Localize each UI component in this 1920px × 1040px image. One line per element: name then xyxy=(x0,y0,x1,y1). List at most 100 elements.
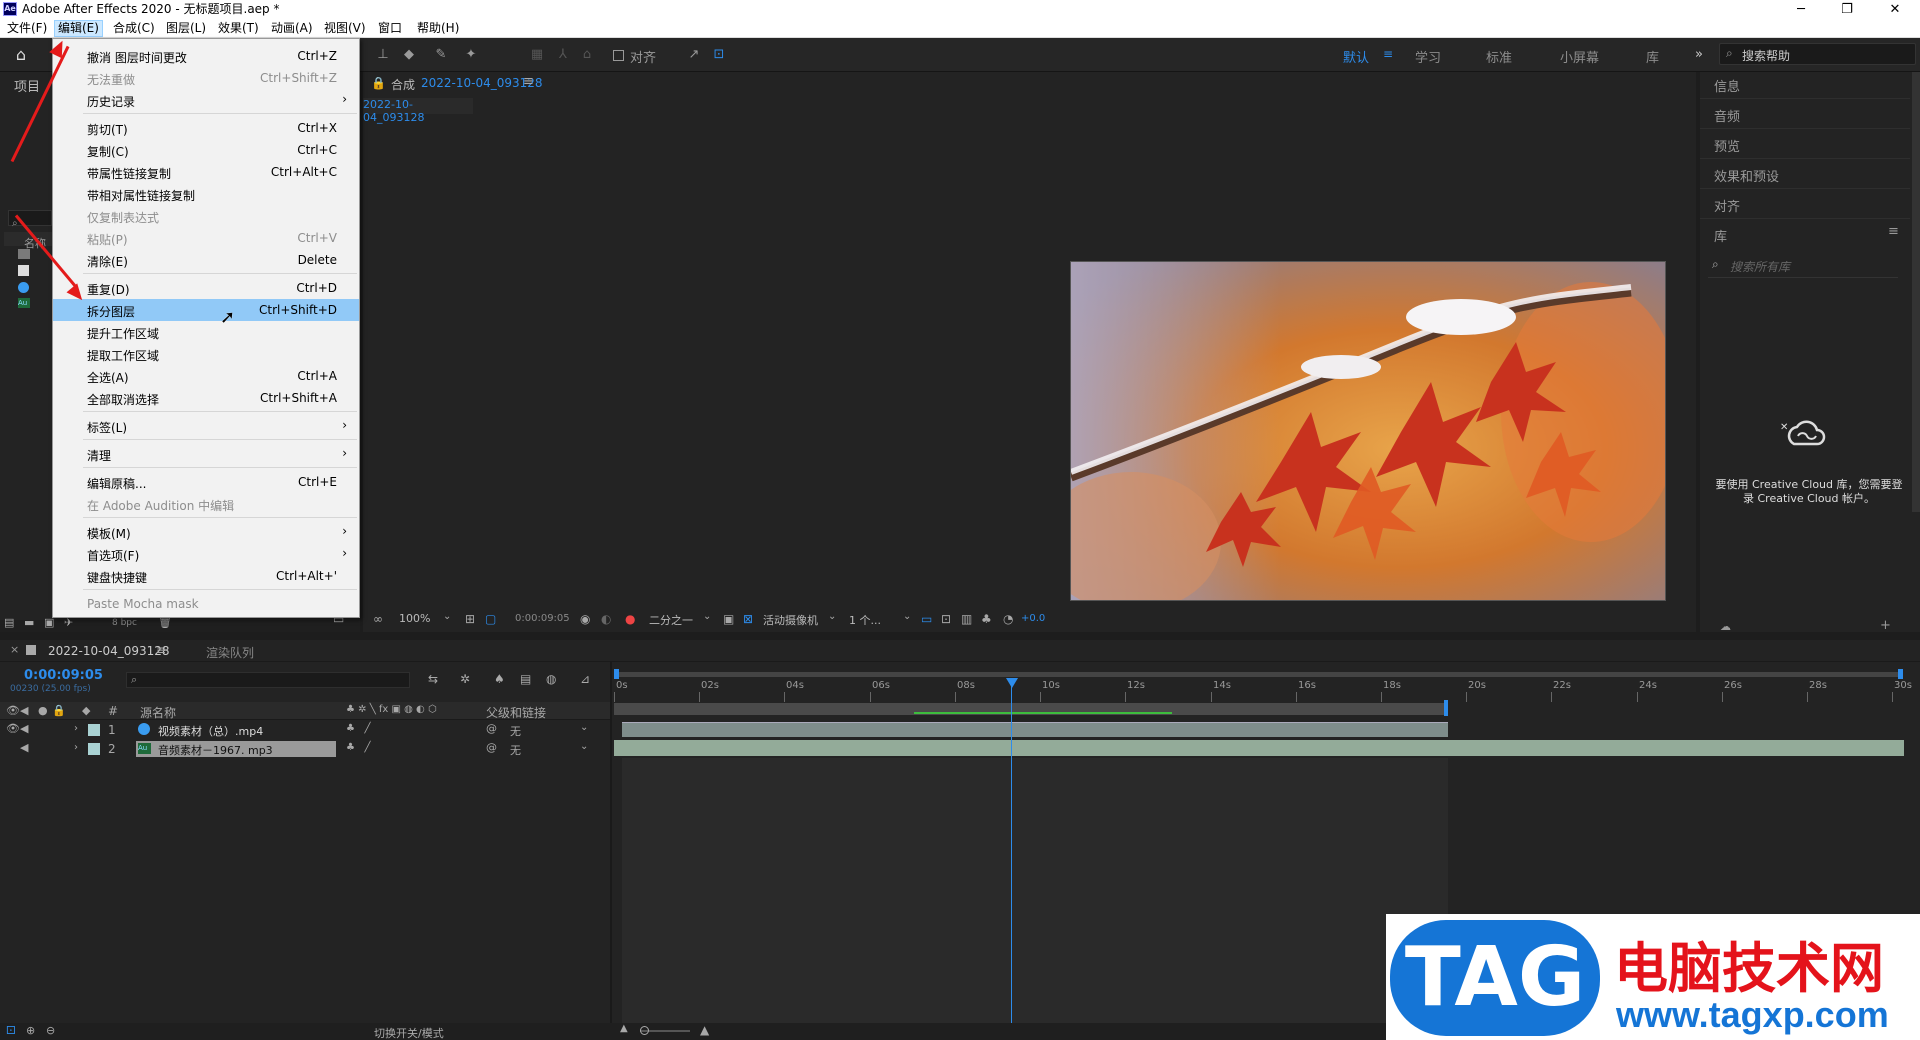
label-icon[interactable]: ◆ xyxy=(82,704,90,717)
close-icon[interactable]: ✕ xyxy=(1872,0,1918,19)
expand-chevron-icon[interactable]: › xyxy=(74,742,78,753)
current-time-display[interactable]: 0:00:09:05 xyxy=(515,613,570,624)
menu-composition[interactable]: 合成(C) xyxy=(110,20,158,37)
resolution-dropdown[interactable]: 二分之一 xyxy=(649,612,693,628)
timeline-divider[interactable] xyxy=(610,662,612,1040)
workspace-small-screen[interactable]: 小屏幕 xyxy=(1560,47,1599,66)
eraser-icon[interactable]: ◆ xyxy=(400,46,418,64)
layer-label-color[interactable] xyxy=(88,724,100,736)
playhead-marker-icon[interactable] xyxy=(1006,678,1018,688)
camera-dropdown-arrow-icon[interactable]: ⌄ xyxy=(828,611,836,622)
toggle-switches-modes[interactable]: 切换开关/模式 xyxy=(374,1025,444,1040)
right-panel-scrollbar[interactable] xyxy=(1912,72,1920,512)
more-workspaces-icon[interactable]: » xyxy=(1695,47,1703,62)
edit-menu-item[interactable]: 重复(D) Ctrl+D xyxy=(53,277,359,299)
layer-row[interactable]: 👁 ◀ › 1 视频素材（总）.mp4 ♣ ╱ @ 无 ⌄ xyxy=(0,721,610,739)
libraries-menu-icon[interactable]: ≡ xyxy=(1888,224,1899,239)
work-area-end-handle[interactable] xyxy=(1444,700,1448,716)
panel-libraries[interactable]: 库 xyxy=(1714,226,1727,245)
audio-layer-bar[interactable] xyxy=(614,740,1904,756)
frame-blending-icon[interactable]: ▤ xyxy=(520,672,531,686)
toggle-pixel-aspect-icon[interactable]: ▭ xyxy=(921,612,932,626)
panel-align[interactable]: 对齐 xyxy=(1714,196,1740,215)
draft-3d-icon[interactable]: ✲ xyxy=(460,672,470,686)
edit-menu-item[interactable]: 模板(M) › xyxy=(53,521,359,543)
menu-file[interactable]: 文件(F) xyxy=(4,20,50,37)
solo-icon[interactable]: ● xyxy=(38,704,48,717)
layer-row[interactable]: ◀ › 2 Au 音频素材－1967. mp3 ♣ ╱ @ 无 ⌄ xyxy=(0,740,610,758)
panel-preview[interactable]: 预览 xyxy=(1714,136,1740,155)
menu-window[interactable]: 窗口 xyxy=(375,20,405,37)
library-search[interactable]: ⌕ 搜索所有库 xyxy=(1708,252,1898,278)
expand-chevron-icon[interactable]: › xyxy=(74,723,78,734)
edit-menu-item[interactable]: 历史记录 › xyxy=(53,89,359,111)
add-icon[interactable]: + xyxy=(1880,618,1891,633)
layer-label-color[interactable] xyxy=(88,743,100,755)
zoom-in-icon[interactable]: ▲ xyxy=(700,1023,709,1037)
source-name-column[interactable]: 源名称 xyxy=(140,704,176,721)
edit-menu-item[interactable]: 带属性链接复制 Ctrl+Alt+C xyxy=(53,161,359,183)
zoom-out-icon[interactable]: ▲ xyxy=(620,1023,628,1034)
layer-switches[interactable]: ♣ ╱ xyxy=(346,742,371,753)
world-axis-icon[interactable]: ⅄ xyxy=(554,46,572,64)
flowchart-view-icon[interactable]: ♣ xyxy=(981,612,992,626)
video-layer-bar[interactable] xyxy=(622,722,1448,737)
grid-snap-icon[interactable]: ⊡ xyxy=(710,46,728,64)
edit-menu-item[interactable]: 提升工作区域 xyxy=(53,321,359,343)
time-ruler[interactable]: 0s 02s 04s 06s 08s 10s 12s 14s 16s 18s 20s 22s 24s 26… xyxy=(614,680,1912,702)
render-time-icon[interactable]: ⚀ xyxy=(6,1024,16,1037)
workspace-default[interactable]: 默认 xyxy=(1343,47,1369,66)
lock-icon[interactable]: 🔒 xyxy=(52,704,66,717)
show-snapshot-icon[interactable]: ◐ xyxy=(601,612,611,626)
playhead-line[interactable] xyxy=(1011,678,1012,1040)
render-queue-tab[interactable]: 渲染队列 xyxy=(206,644,254,661)
navigator-start-handle[interactable] xyxy=(614,669,619,679)
video-item-icon[interactable] xyxy=(18,282,29,293)
puppet-pin-icon[interactable]: ✦ xyxy=(462,46,480,64)
edit-menu-item[interactable]: 带相对属性链接复制 xyxy=(53,183,359,205)
3d-glasses-icon[interactable]: ∞ xyxy=(373,612,383,626)
align-checkbox[interactable] xyxy=(613,50,624,61)
edit-menu-item[interactable]: 键盘快捷键 Ctrl+Alt+' xyxy=(53,565,359,587)
pick-whip-icon[interactable]: @ xyxy=(486,741,497,754)
panel-audio[interactable]: 音频 xyxy=(1714,106,1740,125)
expand-panes-icon[interactable]: ⊕ xyxy=(26,1024,35,1037)
edit-menu-item[interactable]: 剪切(T) Ctrl+X xyxy=(53,117,359,139)
edit-menu-item[interactable]: 全选(A) Ctrl+A xyxy=(53,365,359,387)
channel-icon[interactable]: ● xyxy=(625,612,635,626)
panel-info[interactable]: 信息 xyxy=(1714,76,1740,95)
local-axis-icon[interactable]: ▦ xyxy=(528,46,546,64)
speaker-icon[interactable]: ◀ xyxy=(20,741,28,754)
menu-help[interactable]: 帮助(H) xyxy=(414,20,462,37)
graph-editor-icon[interactable]: ⊿ xyxy=(580,672,590,686)
snapshot-icon[interactable]: ◉ xyxy=(580,612,590,626)
edit-menu-item[interactable]: 提取工作区域 xyxy=(53,343,359,365)
comp-mini-flowchart-icon[interactable]: ⇆ xyxy=(428,672,438,686)
eye-icon[interactable]: 👁 xyxy=(6,722,20,735)
edit-menu-item[interactable]: 编辑原稿... Ctrl+E xyxy=(53,471,359,493)
comp-tab-menu-icon[interactable]: ≡ xyxy=(523,74,534,89)
time-navigator[interactable] xyxy=(614,672,1900,677)
view-layout-arrow-icon[interactable]: ⌄ xyxy=(903,611,911,622)
comp-breadcrumb[interactable]: 2022-10-04_093128 xyxy=(363,98,473,124)
menu-edit[interactable]: 编辑(E) xyxy=(54,20,103,37)
timeline-search-input[interactable]: ⌕ xyxy=(126,672,410,688)
camera-dropdown[interactable]: 活动摄像机 xyxy=(763,612,818,628)
project-search[interactable]: ⌕ xyxy=(8,210,52,229)
roto-brush-icon[interactable]: ✎ xyxy=(432,46,450,64)
layer-name[interactable]: 视频素材（总）.mp4 xyxy=(158,723,263,739)
mask-visibility-icon[interactable]: ▢ xyxy=(485,612,496,626)
video-visibility-icon[interactable]: 👁 xyxy=(6,704,20,717)
parent-dropdown[interactable]: 无 xyxy=(510,742,521,758)
parent-dropdown-arrow-icon[interactable]: ⌄ xyxy=(580,722,588,733)
menu-layer[interactable]: 图层(L) xyxy=(163,20,209,37)
tab-menu-icon[interactable]: ≡ xyxy=(156,643,166,657)
restore-icon[interactable]: ❐ xyxy=(1824,0,1870,19)
resolution-dropdown-arrow-icon[interactable]: ⌄ xyxy=(703,611,711,622)
grid-overlay-icon[interactable]: ⊞ xyxy=(465,612,475,626)
in-out-icon[interactable]: ⊖ xyxy=(46,1024,55,1037)
interpret-footage-icon[interactable]: ▤ xyxy=(4,616,14,629)
menu-animation[interactable]: 动画(A) xyxy=(268,20,316,37)
clone-stamp-icon[interactable]: ⊥ xyxy=(374,46,392,64)
reset-exposure-icon[interactable]: ◔ xyxy=(1003,612,1013,626)
